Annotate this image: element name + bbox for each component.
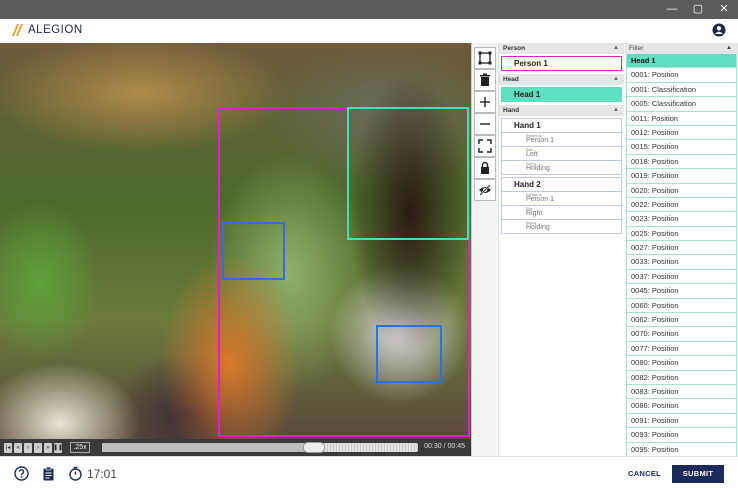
filter-row[interactable]: 0086: Position bbox=[626, 399, 737, 414]
filter-row[interactable]: 0011: Position bbox=[626, 111, 737, 126]
filter-row[interactable]: 0037: Position bbox=[626, 269, 737, 285]
zoom-out-tool[interactable] bbox=[474, 113, 496, 135]
hand-2-side[interactable]: Side Right bbox=[501, 206, 622, 220]
filter-row[interactable]: 0019: Position bbox=[626, 169, 737, 184]
close-icon[interactable]: ✕ bbox=[718, 0, 730, 19]
brand-name: ALEGION bbox=[28, 24, 83, 36]
logo-mark-icon bbox=[12, 24, 23, 36]
annotation-toolbar bbox=[471, 43, 497, 456]
hide-tool[interactable] bbox=[474, 179, 496, 201]
filter-list: Filter ▲ Head 1 0001: Position 0001: Class… bbox=[625, 43, 738, 456]
caret-up-icon: ▲ bbox=[613, 107, 619, 113]
delete-icon bbox=[480, 73, 490, 86]
filter-row[interactable]: 0093: Position bbox=[626, 428, 737, 443]
filter-row[interactable]: 0018: Position bbox=[626, 154, 737, 170]
prev-frame-icon[interactable]: ‹ bbox=[24, 442, 32, 453]
app-header: ALEGION bbox=[0, 19, 738, 43]
filter-row[interactable]: 0005: Classification bbox=[626, 97, 737, 112]
filter-row[interactable]: 0015: Position bbox=[626, 140, 737, 155]
playback-time: 00:30 / 00:45 bbox=[424, 443, 465, 450]
footer-bar: 17:01 CANCEL SUBMIT bbox=[0, 456, 738, 488]
timer-value: 17:01 bbox=[87, 467, 118, 481]
filter-row[interactable]: 0027: Position bbox=[626, 241, 737, 256]
filter-row[interactable]: 0091: Position bbox=[626, 413, 737, 429]
lock-icon bbox=[481, 161, 489, 174]
head-section-header[interactable]: Head ▲ bbox=[499, 74, 624, 85]
hand-1-item[interactable]: Hand 1 bbox=[501, 118, 622, 133]
filter-selected-item[interactable]: Head 1 bbox=[626, 54, 737, 69]
fit-screen-tool[interactable] bbox=[474, 135, 496, 157]
filter-row[interactable]: 0001: Position bbox=[626, 68, 737, 83]
person-section-header[interactable]: Person ▲ bbox=[499, 43, 624, 54]
lock-tool[interactable] bbox=[474, 157, 496, 179]
filter-row[interactable]: 0020: Position bbox=[626, 183, 737, 198]
filter-row[interactable]: 0033: Position bbox=[626, 255, 737, 270]
timeline-handle[interactable] bbox=[302, 442, 325, 453]
hand-2-bounding-box[interactable] bbox=[376, 325, 442, 383]
next-frame-icon[interactable]: › bbox=[34, 442, 42, 453]
filter-row[interactable]: 0070: Position bbox=[626, 327, 737, 342]
bounding-box-icon bbox=[478, 51, 492, 65]
filter-row[interactable]: 0023: Position bbox=[626, 212, 737, 227]
filter-row[interactable]: 0080: Position bbox=[626, 356, 737, 371]
help-icon[interactable] bbox=[14, 466, 29, 481]
plus-icon bbox=[480, 97, 490, 107]
caret-up-icon: ▲ bbox=[613, 76, 619, 82]
head-1-item[interactable]: Head 1 bbox=[501, 87, 622, 102]
user-account-icon[interactable] bbox=[712, 23, 726, 37]
filter-row[interactable]: 0022: Position bbox=[626, 197, 737, 213]
hand-1-action[interactable]: Action Holding bbox=[501, 161, 622, 175]
fit-screen-icon bbox=[478, 139, 492, 153]
filter-row[interactable]: 0083: Position bbox=[626, 384, 737, 400]
playback-speed[interactable]: .25x bbox=[70, 442, 90, 453]
filter-row[interactable]: 0095: Position bbox=[626, 442, 737, 456]
rewind-icon[interactable]: « bbox=[14, 442, 22, 453]
timer-icon bbox=[69, 466, 82, 481]
cancel-button[interactable]: CANCEL bbox=[628, 469, 661, 478]
submit-button[interactable]: SUBMIT bbox=[672, 465, 724, 483]
playback-bar: |◂ « ‹ › » ❚❚ .25x 00:30 / 00:45 bbox=[0, 439, 471, 456]
hand-1-relates-to[interactable]: Relates to Person 1 bbox=[501, 133, 622, 147]
filter-row[interactable]: 0062: Position bbox=[626, 313, 737, 328]
maximize-icon[interactable]: ▢ bbox=[692, 0, 704, 19]
bounding-box-tool[interactable] bbox=[474, 47, 496, 69]
hand-section-header[interactable]: Hand ▲ bbox=[499, 105, 624, 116]
minimize-icon[interactable]: — bbox=[666, 0, 678, 19]
filter-row[interactable]: 0077: Position bbox=[626, 341, 737, 357]
fast-forward-icon[interactable]: » bbox=[44, 442, 52, 453]
filter-row[interactable]: 0060: Position bbox=[626, 298, 737, 314]
filter-row[interactable]: 0082: Position bbox=[626, 370, 737, 385]
filter-row[interactable]: 0001: Classification bbox=[626, 82, 737, 98]
hand-2-action[interactable]: Action Holding bbox=[501, 220, 622, 234]
hand-1-bounding-box[interactable] bbox=[222, 222, 285, 280]
person-1-item[interactable]: Person 1 bbox=[501, 56, 622, 71]
annotation-panel: Person ▲ Person 1 Head ▲ Head 1 Hand ▲ Hand… bbox=[498, 43, 624, 456]
clipboard-icon[interactable] bbox=[41, 466, 56, 481]
delete-tool[interactable] bbox=[474, 69, 496, 91]
hide-icon bbox=[479, 184, 491, 196]
timeline-progress bbox=[102, 443, 314, 452]
hand-2-relates-to[interactable]: Relates to Person 1 bbox=[501, 192, 622, 206]
video-frame[interactable] bbox=[0, 43, 471, 439]
hand-1-side[interactable]: Side Left bbox=[501, 147, 622, 161]
hand-2-item[interactable]: Hand 2 bbox=[501, 177, 622, 192]
filter-row[interactable]: 0045: Position bbox=[626, 284, 737, 299]
caret-up-icon: ▲ bbox=[726, 45, 732, 51]
skip-start-icon[interactable]: |◂ bbox=[4, 442, 12, 453]
zoom-in-tool[interactable] bbox=[474, 91, 496, 113]
filter-header[interactable]: Filter ▲ bbox=[625, 43, 738, 54]
caret-up-icon: ▲ bbox=[613, 45, 619, 51]
filter-row[interactable]: 0012: Position bbox=[626, 125, 737, 141]
pause-icon[interactable]: ❚❚ bbox=[53, 442, 63, 453]
head-bounding-box[interactable] bbox=[347, 107, 469, 240]
brand-logo: ALEGION bbox=[12, 24, 83, 36]
timeline-scrubber[interactable] bbox=[102, 442, 418, 453]
window-titlebar: — ▢ ✕ bbox=[0, 0, 738, 19]
filter-row[interactable]: 0025: Position bbox=[626, 226, 737, 242]
minus-icon bbox=[480, 123, 490, 125]
